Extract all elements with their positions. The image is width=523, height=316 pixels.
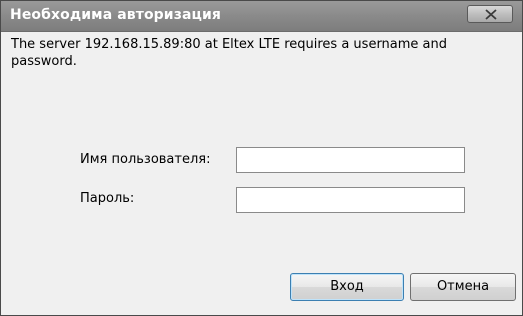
username-input[interactable] <box>236 147 465 173</box>
cancel-button[interactable]: Отмена <box>410 273 516 301</box>
password-input[interactable] <box>236 187 465 213</box>
username-label: Имя пользователя: <box>80 152 211 167</box>
close-button[interactable] <box>467 5 513 23</box>
password-label: Пароль: <box>80 191 135 206</box>
auth-dialog: Необходима авторизация The server 192.16… <box>0 0 523 316</box>
title-bar[interactable]: Необходима авторизация <box>1 1 522 32</box>
auth-message: The server 192.168.15.89:80 at Eltex LTE… <box>11 37 448 69</box>
dialog-title: Необходима авторизация <box>10 7 221 23</box>
login-button[interactable]: Вход <box>290 273 404 301</box>
close-icon <box>485 9 497 20</box>
